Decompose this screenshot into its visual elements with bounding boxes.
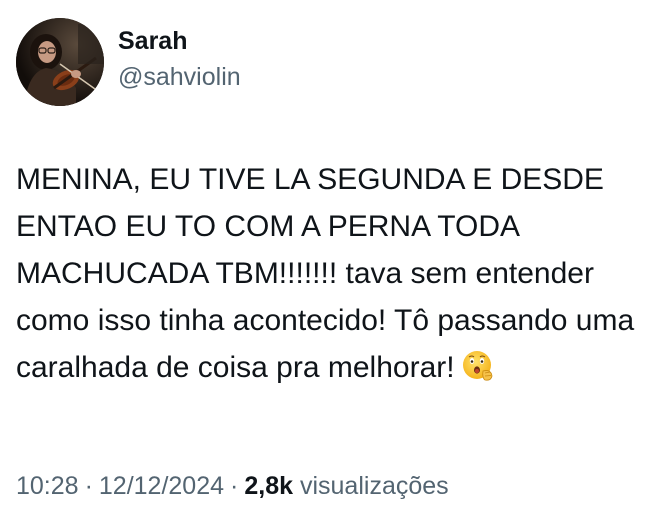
avatar[interactable] [16,18,104,106]
tweet-date[interactable]: 12/12/2024 [99,472,224,500]
astonished-face-with-hand-emoji-icon [461,349,495,397]
author-names: Sarah @sahviolin [118,25,241,93]
tweet-card: Sarah @sahviolin MENINA, EU TIVE LA SEGU… [0,0,650,525]
tweet-text-content: MENINA, EU TIVE LA SEGUNDA E DESDE ENTAO… [16,163,643,384]
avatar-photo-icon [16,18,104,106]
meta-separator-2: · [230,472,239,500]
author-handle[interactable]: @sahviolin [118,61,241,93]
tweet-text: MENINA, EU TIVE LA SEGUNDA E DESDE ENTAO… [16,156,636,397]
author-display-name[interactable]: Sarah [118,25,241,57]
tweet-meta: 10:28 · 12/12/2024 · 2,8k visualizações [16,470,449,502]
tweet-header: Sarah @sahviolin [16,18,241,106]
views-count[interactable]: 2,8k [244,472,293,500]
views-label: visualizações [299,472,449,500]
tweet-time[interactable]: 10:28 [16,472,79,500]
meta-separator: · [84,472,93,500]
